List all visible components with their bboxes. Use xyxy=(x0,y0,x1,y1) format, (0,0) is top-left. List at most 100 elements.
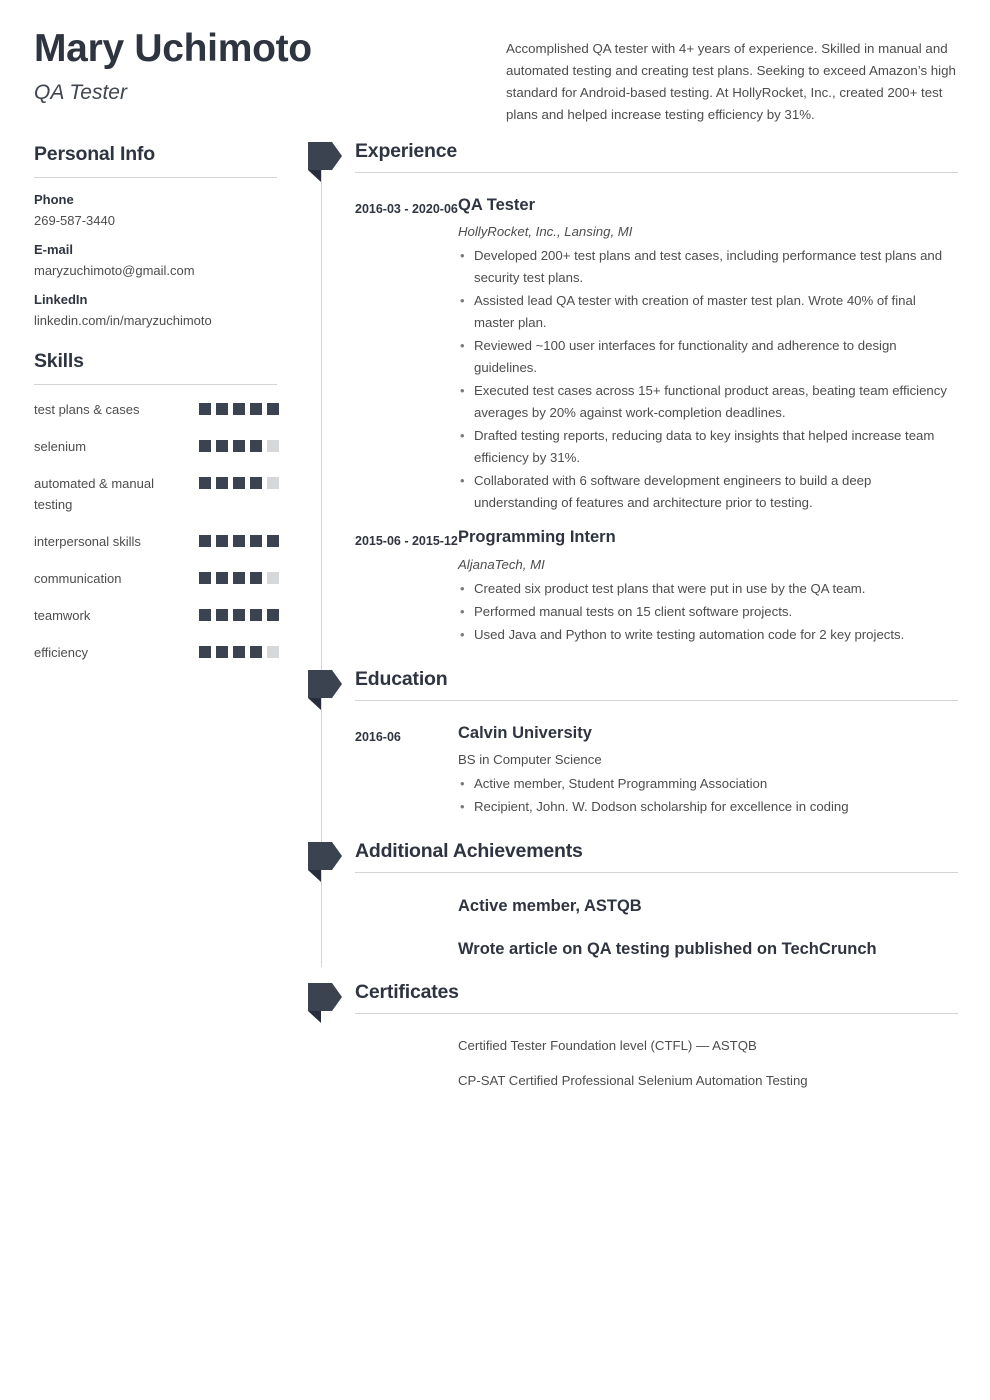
entry-bullet: Performed manual tests on 15 client soft… xyxy=(458,601,958,623)
ribbon-marker-icon xyxy=(308,983,342,1024)
skill-square-filled xyxy=(233,440,245,452)
resume-header: Mary Uchimoto QA Tester Accomplished QA … xyxy=(34,27,964,128)
sidebar: Personal Info Phone 269-587-3440 E-mail mar… xyxy=(34,143,279,685)
skills-divider xyxy=(34,384,277,385)
skill-label: efficiency xyxy=(34,645,88,660)
skill-square-filled xyxy=(216,535,228,547)
skill-square-filled xyxy=(250,646,262,658)
entry-date: 2015-06 - 2015-12 xyxy=(355,534,458,549)
certificates-list: Certified Tester Foundation level (CTFL)… xyxy=(308,1037,958,1090)
skill-square-filled xyxy=(233,403,245,415)
entry-date: 2016-06 xyxy=(355,729,401,744)
skill-square-filled xyxy=(250,440,262,452)
main-column: Experience 2016-03 - 2020-06 QA Tester Hol… xyxy=(308,140,958,1106)
skill-label: communication xyxy=(34,571,122,586)
ribbon-marker-icon xyxy=(308,842,342,883)
skill-label: automated & manual testing xyxy=(34,476,154,512)
timeline-entry: 2016-06 Calvin University BS in Computer S… xyxy=(308,723,958,818)
personal-info-heading: Personal Info xyxy=(34,143,155,165)
skill-row: efficiency xyxy=(34,642,279,663)
entry-role: Programming Intern xyxy=(458,528,616,547)
experience-entries: 2016-03 - 2020-06 QA Tester HollyRocket, I… xyxy=(308,195,958,646)
certificates-title: Certificates xyxy=(355,981,459,1004)
entry-bullet: Used Java and Python to write testing au… xyxy=(458,624,958,646)
skill-square-filled xyxy=(199,646,211,658)
education-divider xyxy=(355,699,958,701)
entry-bullet: Active member, Student Programming Assoc… xyxy=(458,773,958,795)
entry-bullet: Recipient, John. W. Dodson scholarship f… xyxy=(458,796,958,818)
skill-square-empty xyxy=(267,646,279,658)
achievements-header: Additional Achievements xyxy=(308,840,958,883)
skill-square-filled xyxy=(216,572,228,584)
achievements-list: Active member, ASTQB Wrote article on QA … xyxy=(308,896,958,960)
personal-info-divider xyxy=(34,177,277,178)
personal-info-section: Personal Info Phone 269-587-3440 E-mail mar… xyxy=(34,143,279,328)
entry-body: Calvin University BS in Computer Science A… xyxy=(458,723,958,818)
skill-row: interpersonal skills xyxy=(34,531,279,552)
skill-square-filled xyxy=(199,477,211,489)
entry-organization: AljanaTech, MI xyxy=(458,556,545,572)
ribbon-marker-icon xyxy=(308,142,342,182)
skill-square-filled xyxy=(267,535,279,547)
entry-bullet: Drafted testing reports, reducing data t… xyxy=(458,425,958,469)
skill-square-filled xyxy=(250,477,262,489)
skill-rating-bars xyxy=(199,609,279,621)
achievements-section: Additional Achievements Active member, A… xyxy=(308,840,958,960)
resume-page: Mary Uchimoto QA Tester Accomplished QA … xyxy=(0,0,990,1400)
entry-date: 2016-03 - 2020-06 xyxy=(355,202,458,216)
entry-bullet-list: Created six product test plans that were… xyxy=(458,578,958,646)
education-section: Education 2016-06 Calvin University BS in … xyxy=(308,668,958,818)
skill-label: teamwork xyxy=(34,608,91,623)
skill-square-filled xyxy=(216,646,228,658)
skill-square-filled xyxy=(250,535,262,547)
entry-bullet: Executed test cases across 15+ functiona… xyxy=(458,380,958,424)
skill-square-filled xyxy=(233,572,245,584)
achievements-divider xyxy=(355,872,958,874)
entry-organization: BS in Computer Science xyxy=(458,752,602,768)
entry-bullet: Assisted lead QA tester with creation of… xyxy=(458,290,958,334)
certificates-divider xyxy=(355,1013,958,1015)
skill-square-filled xyxy=(199,609,211,621)
skill-square-filled xyxy=(199,535,211,547)
skill-square-filled xyxy=(199,572,211,584)
entry-role: Calvin University xyxy=(458,723,592,742)
skill-square-filled xyxy=(267,609,279,621)
personal-info-value: linkedin.com/in/maryzuchimoto xyxy=(34,313,212,328)
personal-info-list: Phone 269-587-3440 E-mail maryzuchimoto@gma… xyxy=(34,192,279,328)
skill-square-filled xyxy=(250,403,262,415)
skill-row: selenium xyxy=(34,436,279,457)
entry-bullet-list: Developed 200+ test plans and test cases… xyxy=(458,245,958,514)
certificates-section: Certificates Certified Tester Foundation… xyxy=(308,981,958,1090)
skill-square-empty xyxy=(267,440,279,452)
skill-square-filled xyxy=(216,477,228,489)
timeline-entry: 2015-06 - 2015-12 Programming Intern Aljan… xyxy=(308,527,958,645)
skill-square-filled xyxy=(233,646,245,658)
entry-bullet-list: Active member, Student Programming Assoc… xyxy=(458,773,958,818)
entry-bullet: Created six product test plans that were… xyxy=(458,578,958,600)
skill-square-empty xyxy=(267,477,279,489)
certificates-header: Certificates xyxy=(308,981,958,1024)
entry-body: Programming Intern AljanaTech, MI Created … xyxy=(458,527,958,645)
personal-info-label: Phone xyxy=(34,192,74,207)
experience-divider xyxy=(355,172,958,173)
skill-square-filled xyxy=(199,403,211,415)
entry-bullet: Collaborated with 6 software development… xyxy=(458,470,958,514)
skill-square-filled xyxy=(233,535,245,547)
skill-square-filled xyxy=(216,403,228,415)
skill-square-filled xyxy=(233,609,245,621)
experience-section: Experience 2016-03 - 2020-06 QA Tester Hol… xyxy=(308,140,958,646)
skill-square-filled xyxy=(199,440,211,452)
skill-label: test plans & cases xyxy=(34,402,140,417)
skills-list: test plans & cases selenium automated & ma… xyxy=(34,399,279,663)
ribbon-marker-icon xyxy=(308,669,342,710)
education-title: Education xyxy=(355,667,448,690)
achievement-item: Wrote article on QA testing published on… xyxy=(458,939,877,958)
skill-label: interpersonal skills xyxy=(34,534,141,549)
skill-square-empty xyxy=(267,572,279,584)
achievements-title: Additional Achievements xyxy=(355,840,583,863)
skill-square-filled xyxy=(250,572,262,584)
skill-rating-bars xyxy=(199,403,279,415)
education-entries: 2016-06 Calvin University BS in Computer S… xyxy=(308,723,958,818)
skill-label: selenium xyxy=(34,439,87,454)
personal-info-value: maryzuchimoto@gmail.com xyxy=(34,263,195,278)
